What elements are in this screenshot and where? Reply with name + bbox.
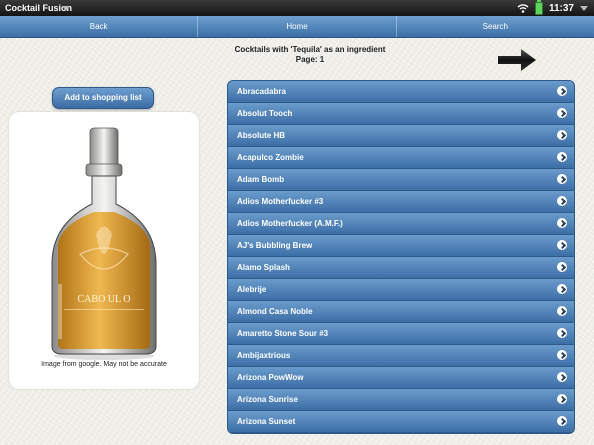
next-page-arrow-icon[interactable] (497, 48, 537, 72)
cocktail-list-item[interactable]: Arizona PowWow (228, 367, 574, 389)
tequila-bottle-image: CABO UL O (51, 127, 157, 360)
battery-icon (534, 0, 543, 15)
cocktail-list-item[interactable]: Amaretto Stone Sour #3 (228, 323, 574, 345)
chevron-right-icon[interactable] (557, 416, 567, 426)
image-caption: Image from google. May not be accurate (41, 361, 167, 368)
cocktail-name: Alebrije (237, 285, 267, 294)
cocktail-list-item[interactable]: Adam Bomb (228, 169, 574, 191)
cocktail-list-item[interactable]: Acapulco Zombie (228, 147, 574, 169)
system-menu-chevron-icon[interactable] (580, 5, 588, 11)
chevron-right-icon[interactable] (557, 196, 567, 206)
cocktail-list-item[interactable]: Alamo Splash (228, 257, 574, 279)
chevron-right-icon[interactable] (557, 108, 567, 118)
chevron-right-icon[interactable] (557, 394, 567, 404)
cocktail-list-item[interactable]: Ambijaxtrious (228, 345, 574, 367)
chevron-right-icon[interactable] (557, 86, 567, 96)
ingredient-image-card: CABO UL O Image from google. May not be … (9, 112, 199, 389)
cocktail-name: Acapulco Zombie (237, 153, 304, 162)
cocktail-list-item[interactable]: AJ's Bubbling Brew (228, 235, 574, 257)
cocktail-name: Alamo Splash (237, 263, 290, 272)
bottle-brand-label: CABO UL O (78, 294, 131, 305)
cocktail-name: Adam Bomb (237, 175, 285, 184)
status-indicators: 11:37 (517, 0, 588, 15)
chevron-right-icon[interactable] (557, 284, 567, 294)
cocktail-name: Absolut Tooch (237, 109, 293, 118)
home-button[interactable]: Home (198, 16, 397, 37)
cocktail-list-item[interactable]: Absolut Tooch (228, 103, 574, 125)
cocktail-list-item[interactable]: Almond Casa Noble (228, 301, 574, 323)
chevron-right-icon[interactable] (557, 240, 567, 250)
cocktail-name: Arizona Sunset (237, 417, 296, 426)
chevron-right-icon[interactable] (557, 350, 567, 360)
results-heading: Cocktails with 'Tequila' as an ingredien… (234, 45, 386, 54)
wifi-icon (517, 4, 529, 13)
cocktail-name: Abracadabra (237, 87, 286, 96)
status-bar: Cocktail Fusion 11:37 (0, 0, 594, 16)
cocktail-list: Abracadabra Absolut Tooch Absolute HB Acapu… (227, 80, 575, 434)
cocktail-list-item[interactable]: Arizona Sunset (228, 411, 574, 433)
add-to-shopping-list-button[interactable]: Add to shopping list (52, 87, 154, 109)
cocktail-list-item[interactable]: Arizona Sunrise (228, 389, 574, 411)
nav-bar: Back Home Search (0, 16, 594, 38)
chevron-right-icon[interactable] (557, 306, 567, 316)
cocktail-list-item[interactable]: Alebrije (228, 279, 574, 301)
clock: 11:37 (548, 2, 574, 14)
chevron-right-icon[interactable] (557, 152, 567, 162)
page-number: Page: 1 (295, 55, 325, 64)
cocktail-list-item[interactable]: Absolute HB (228, 125, 574, 147)
chevron-right-icon[interactable] (557, 218, 567, 228)
chevron-right-icon[interactable] (557, 262, 567, 272)
cocktail-name: Amaretto Stone Sour #3 (237, 329, 329, 338)
chevron-right-icon[interactable] (557, 372, 567, 382)
cocktail-name: Adios Motherfucker (A.M.F.) (237, 219, 343, 228)
cocktail-name: Arizona Sunrise (237, 395, 298, 404)
cocktail-list-item[interactable]: Abracadabra (228, 81, 574, 103)
cocktail-list-item[interactable]: Adios Motherfucker (A.M.F.) (228, 213, 574, 235)
page-title: Cocktails with 'Tequila' as an ingredien… (200, 45, 420, 65)
back-button[interactable]: Back (0, 16, 199, 37)
cocktail-list-item[interactable]: Adios Motherfucker #3 (228, 191, 574, 213)
cocktail-name: Almond Casa Noble (237, 307, 313, 316)
cocktail-name: Ambijaxtrious (237, 351, 291, 360)
search-button[interactable]: Search (397, 16, 594, 37)
chevron-right-icon[interactable] (557, 174, 567, 184)
cocktail-name: Absolute HB (237, 131, 285, 140)
chevron-right-icon[interactable] (557, 328, 567, 338)
cocktail-name: Adios Motherfucker #3 (237, 197, 324, 206)
app-menu-chevron-icon[interactable] (62, 6, 70, 11)
chevron-right-icon[interactable] (557, 130, 567, 140)
cocktail-name: AJ's Bubbling Brew (237, 241, 313, 250)
cocktail-name: Arizona PowWow (237, 373, 304, 382)
